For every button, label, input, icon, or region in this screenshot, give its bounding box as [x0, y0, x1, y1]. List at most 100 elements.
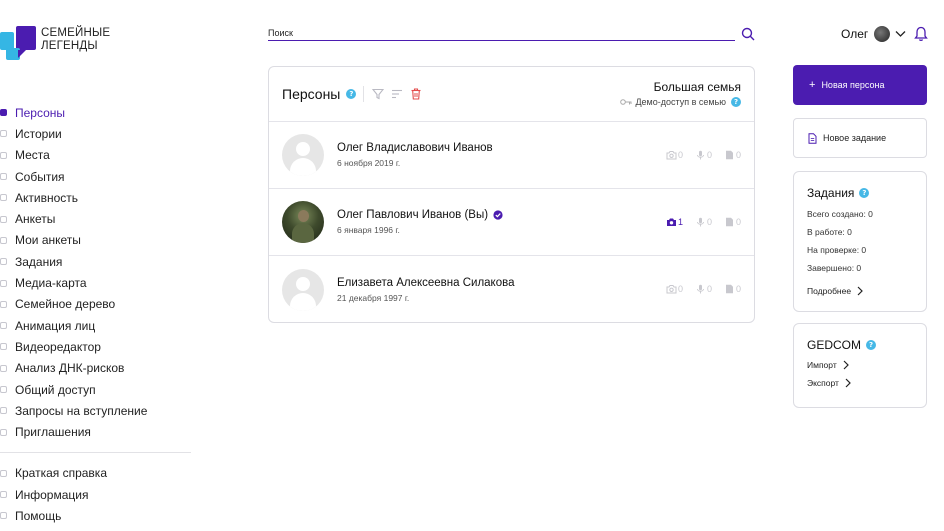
chevron-right-icon [857, 286, 863, 296]
help-icon [0, 512, 15, 520]
sidebar-item-label: Задания [15, 254, 63, 269]
sidebar-item-video-editor[interactable]: Видеоредактор [0, 336, 192, 357]
person-info: Олег Павлович Иванов (Вы) 6 января 1996 … [337, 209, 503, 235]
new-person-button[interactable]: + Новая персона [793, 65, 927, 105]
microphone-icon [697, 217, 704, 227]
chevron-right-icon [845, 378, 851, 388]
demo-access: Демо-доступ в семью ? [620, 97, 741, 107]
user-menu[interactable]: Олег [841, 24, 929, 44]
search-bar [268, 26, 755, 42]
document-icon [725, 284, 733, 294]
document-count: 0 [724, 217, 741, 227]
media-map-icon [0, 279, 15, 287]
person-row[interactable]: Елизавета Алексеевна Силакова 21 декабря… [269, 256, 754, 323]
new-task-button[interactable]: Новое задание [793, 118, 927, 158]
sidebar-item-information[interactable]: Информация [0, 484, 192, 505]
logo[interactable]: СЕМЕЙНЫЕ ЛЕГЕНДЫ [0, 24, 110, 64]
family-selector[interactable]: Большая семья Демо-доступ в семью ? [620, 80, 741, 107]
key-icon [620, 99, 632, 105]
tasks-done: Завершено: 0 [807, 263, 862, 273]
gedcom-panel: GEDCOM ? Импорт Экспорт [793, 323, 927, 408]
sidebar-item-invitations[interactable]: Приглашения [0, 421, 192, 442]
sidebar-item-my-questionnaires[interactable]: Мои анкеты [0, 230, 192, 251]
camera-icon [666, 218, 676, 226]
places-icon [0, 151, 15, 159]
gedcom-title: GEDCOM [807, 338, 861, 352]
logo-line-1: СЕМЕЙНЫЕ [41, 27, 111, 39]
chevron-right-icon [843, 360, 849, 370]
sidebar-item-tasks[interactable]: Задания [0, 251, 192, 272]
activity-icon [0, 194, 15, 202]
sidebar-item-places[interactable]: Места [0, 145, 192, 166]
document-count: 0 [724, 150, 741, 160]
stories-icon [0, 130, 15, 138]
logo-mark-icon [0, 24, 38, 64]
sidebar-item-help[interactable]: Помощь [0, 505, 192, 526]
search-icon[interactable] [741, 27, 755, 41]
sidebar-divider [0, 451, 191, 453]
sidebar-item-family-tree[interactable]: Семейное дерево [0, 294, 192, 315]
events-icon [0, 173, 15, 181]
sidebar-item-questionnaires[interactable]: Анкеты [0, 208, 192, 229]
person-info: Елизавета Алексеевна Силакова 21 декабря… [337, 277, 515, 303]
sidebar-item-persons[interactable]: Персоны [0, 102, 192, 123]
header-divider [363, 86, 365, 102]
avatar [282, 201, 324, 243]
invitations-icon [0, 428, 15, 436]
sidebar-item-label: Информация [15, 487, 89, 502]
photo-count: 0 [666, 284, 683, 294]
audio-count: 0 [695, 217, 712, 227]
person-name: Олег Павлович Иванов (Вы) [337, 209, 489, 221]
sidebar-item-sharing[interactable]: Общий доступ [0, 379, 192, 400]
filter-icon[interactable] [372, 88, 385, 100]
my-questionnaires-icon [0, 236, 15, 244]
demo-access-label: Демо-доступ в семью [635, 97, 726, 107]
help-icon[interactable]: ? [866, 340, 876, 350]
document-count: 0 [724, 284, 741, 294]
sidebar-item-face-animation[interactable]: Анимация лиц [0, 315, 192, 336]
person-date: 6 января 1996 г. [337, 225, 400, 235]
photo-count[interactable]: 1 [666, 217, 683, 227]
tasks-created: Всего создано: 0 [807, 209, 873, 219]
sidebar-item-label: Видеоредактор [15, 339, 101, 354]
sidebar-item-media-map[interactable]: Медиа-карта [0, 272, 192, 293]
logo-text: СЕМЕЙНЫЕ ЛЕГЕНДЫ [41, 24, 110, 53]
logo-line-2: ЛЕГЕНДЫ [41, 40, 98, 52]
trash-icon[interactable] [410, 88, 422, 100]
help-icon[interactable]: ? [731, 97, 741, 107]
sharing-icon [0, 386, 15, 393]
person-row[interactable]: Олег Владиславович Иванов 6 ноября 2019 … [269, 122, 754, 189]
chevron-down-icon[interactable] [895, 30, 906, 38]
tasks-title: Задания [807, 186, 855, 200]
sidebar-item-events[interactable]: События [0, 166, 192, 187]
plus-icon: + [809, 79, 816, 91]
sidebar-item-quick-help[interactable]: Краткая справка [0, 463, 192, 484]
sidebar-item-join-requests[interactable]: Запросы на вступление [0, 400, 192, 421]
tasks-in-progress: В работе: 0 [807, 227, 852, 237]
gedcom-export-link[interactable]: Экспорт [807, 378, 913, 388]
help-icon[interactable]: ? [346, 89, 357, 99]
search-input[interactable] [268, 26, 735, 41]
gedcom-import-link[interactable]: Импорт [807, 360, 913, 370]
tasks-more-link[interactable]: Подробнее [807, 286, 913, 296]
new-person-label: Новая персона [821, 80, 885, 90]
bell-icon[interactable] [914, 26, 929, 42]
help-icon[interactable]: ? [859, 188, 870, 198]
person-info: Олег Владиславович Иванов 6 ноября 2019 … [337, 142, 493, 168]
verified-icon [493, 210, 503, 220]
sidebar-item-label: Приглашения [15, 425, 91, 440]
dna-icon [0, 364, 15, 372]
sidebar-item-stories[interactable]: Истории [0, 123, 192, 144]
sidebar-item-activity[interactable]: Активность [0, 187, 192, 208]
sort-icon[interactable] [391, 88, 403, 100]
sidebar-item-label: Помощь [15, 508, 62, 523]
person-row[interactable]: Олег Павлович Иванов (Вы) 6 января 1996 … [269, 189, 754, 256]
person-date: 6 ноября 2019 г. [337, 158, 401, 168]
sidebar-item-label: Анализ ДНК-рисков [15, 361, 125, 376]
family-name: Большая семья [653, 80, 741, 94]
person-stats: 0 0 0 [654, 150, 741, 160]
sidebar-item-label: Персоны [15, 105, 66, 120]
new-task-label: Новое задание [823, 133, 887, 143]
sidebar-item-dna-analysis[interactable]: Анализ ДНК-рисков [0, 358, 192, 379]
document-icon [808, 132, 817, 144]
